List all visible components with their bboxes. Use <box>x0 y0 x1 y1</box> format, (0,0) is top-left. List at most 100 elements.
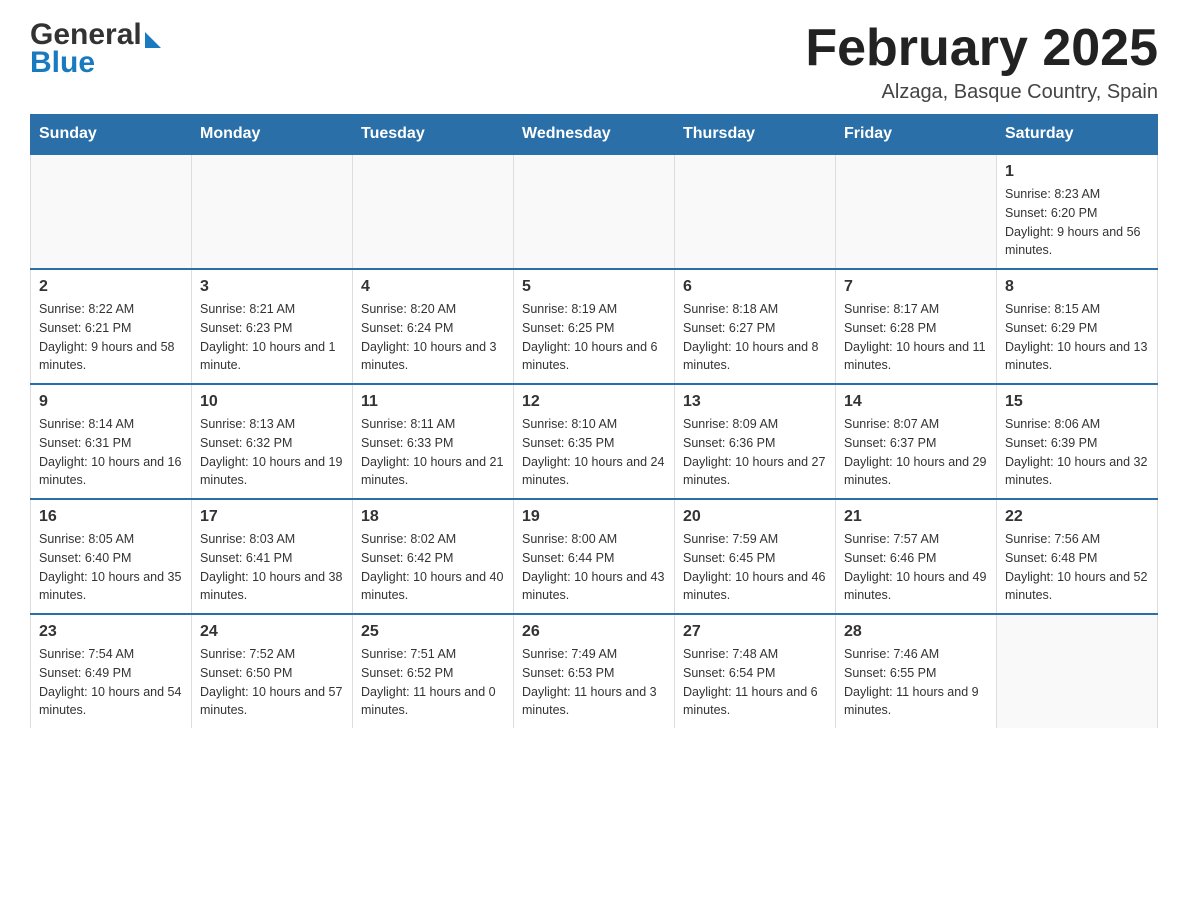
day-number: 25 <box>361 623 505 641</box>
calendar-cell: 24 Sunrise: 7:52 AMSunset: 6:50 PMDayligh… <box>192 614 353 728</box>
day-number: 13 <box>683 393 827 411</box>
logo: General Blue <box>30 20 161 80</box>
calendar-cell: 23 Sunrise: 7:54 AMSunset: 6:49 PMDayligh… <box>31 614 192 728</box>
day-number: 2 <box>39 278 183 296</box>
day-info: Sunrise: 7:51 AMSunset: 6:52 PMDaylight:… <box>361 645 505 720</box>
day-info: Sunrise: 8:02 AMSunset: 6:42 PMDaylight:… <box>361 530 505 605</box>
day-number: 1 <box>1005 163 1149 181</box>
calendar-table: SundayMondayTuesdayWednesdayThursdayFrid… <box>30 114 1158 728</box>
calendar-cell: 6Sunrise: 8:18 AMSunset: 6:27 PMDaylight… <box>675 269 836 384</box>
day-number: 14 <box>844 393 988 411</box>
calendar-week-row: 2 Sunrise: 8:22 AMSunset: 6:21 PMDaylight… <box>31 269 1158 384</box>
calendar-cell: 10 Sunrise: 8:13 AMSunset: 6:32 PMDayligh… <box>192 384 353 499</box>
calendar-cell: 15 Sunrise: 8:06 AMSunset: 6:39 PMDayligh… <box>997 384 1158 499</box>
day-info: Sunrise: 7:57 AMSunset: 6:46 PMDaylight:… <box>844 530 988 605</box>
day-number: 20 <box>683 508 827 526</box>
day-number: 15 <box>1005 393 1149 411</box>
calendar-cell <box>192 154 353 269</box>
day-info: Sunrise: 8:17 AMSunset: 6:28 PMDaylight:… <box>844 300 988 375</box>
day-info: Sunrise: 7:59 AMSunset: 6:45 PMDaylight:… <box>683 530 827 605</box>
day-info: Sunrise: 8:23 AMSunset: 6:20 PMDaylight:… <box>1005 185 1149 260</box>
day-number: 7 <box>844 278 988 296</box>
weekday-header-tuesday: Tuesday <box>353 115 514 155</box>
calendar-cell: 4 Sunrise: 8:20 AMSunset: 6:24 PMDaylight… <box>353 269 514 384</box>
day-info: Sunrise: 8:19 AMSunset: 6:25 PMDaylight:… <box>522 300 666 375</box>
calendar-cell: 17 Sunrise: 8:03 AMSunset: 6:41 PMDayligh… <box>192 499 353 614</box>
day-info: Sunrise: 7:48 AMSunset: 6:54 PMDaylight:… <box>683 645 827 720</box>
calendar-cell: 18 Sunrise: 8:02 AMSunset: 6:42 PMDayligh… <box>353 499 514 614</box>
day-number: 22 <box>1005 508 1149 526</box>
weekday-header-thursday: Thursday <box>675 115 836 155</box>
calendar-cell: 28 Sunrise: 7:46 AMSunset: 6:55 PMDayligh… <box>836 614 997 728</box>
day-info: Sunrise: 7:54 AMSunset: 6:49 PMDaylight:… <box>39 645 183 720</box>
day-number: 28 <box>844 623 988 641</box>
day-info: Sunrise: 8:06 AMSunset: 6:39 PMDaylight:… <box>1005 415 1149 490</box>
month-title: February 2025 <box>805 20 1158 77</box>
weekday-header-wednesday: Wednesday <box>514 115 675 155</box>
calendar-cell <box>31 154 192 269</box>
calendar-cell: 12Sunrise: 8:10 AMSunset: 6:35 PMDayligh… <box>514 384 675 499</box>
day-number: 24 <box>200 623 344 641</box>
title-section: February 2025 Alzaga, Basque Country, Sp… <box>805 20 1158 104</box>
calendar-cell: 11 Sunrise: 8:11 AMSunset: 6:33 PMDayligh… <box>353 384 514 499</box>
day-number: 4 <box>361 278 505 296</box>
day-info: Sunrise: 8:07 AMSunset: 6:37 PMDaylight:… <box>844 415 988 490</box>
day-number: 11 <box>361 393 505 411</box>
calendar-week-row: 1 Sunrise: 8:23 AMSunset: 6:20 PMDaylight… <box>31 154 1158 269</box>
day-number: 12 <box>522 393 666 411</box>
day-info: Sunrise: 8:21 AMSunset: 6:23 PMDaylight:… <box>200 300 344 375</box>
day-number: 17 <box>200 508 344 526</box>
day-info: Sunrise: 8:18 AMSunset: 6:27 PMDaylight:… <box>683 300 827 375</box>
day-info: Sunrise: 8:00 AMSunset: 6:44 PMDaylight:… <box>522 530 666 605</box>
calendar-body: 1 Sunrise: 8:23 AMSunset: 6:20 PMDaylight… <box>31 154 1158 728</box>
calendar-cell: 7 Sunrise: 8:17 AMSunset: 6:28 PMDaylight… <box>836 269 997 384</box>
day-number: 21 <box>844 508 988 526</box>
day-info: Sunrise: 8:15 AMSunset: 6:29 PMDaylight:… <box>1005 300 1149 375</box>
day-info: Sunrise: 8:13 AMSunset: 6:32 PMDaylight:… <box>200 415 344 490</box>
calendar-cell <box>514 154 675 269</box>
calendar-cell <box>353 154 514 269</box>
day-info: Sunrise: 8:03 AMSunset: 6:41 PMDaylight:… <box>200 530 344 605</box>
calendar-cell: 13 Sunrise: 8:09 AMSunset: 6:36 PMDayligh… <box>675 384 836 499</box>
day-number: 8 <box>1005 278 1149 296</box>
calendar-cell: 26 Sunrise: 7:49 AMSunset: 6:53 PMDayligh… <box>514 614 675 728</box>
page-header: General Blue February 2025 Alzaga, Basqu… <box>30 20 1158 104</box>
calendar-cell: 2 Sunrise: 8:22 AMSunset: 6:21 PMDaylight… <box>31 269 192 384</box>
day-number: 26 <box>522 623 666 641</box>
day-number: 10 <box>200 393 344 411</box>
day-info: Sunrise: 7:52 AMSunset: 6:50 PMDaylight:… <box>200 645 344 720</box>
logo-blue-text: Blue <box>30 46 161 80</box>
weekday-header-saturday: Saturday <box>997 115 1158 155</box>
weekday-header-row: SundayMondayTuesdayWednesdayThursdayFrid… <box>31 115 1158 155</box>
day-number: 18 <box>361 508 505 526</box>
weekday-header-sunday: Sunday <box>31 115 192 155</box>
day-info: Sunrise: 8:09 AMSunset: 6:36 PMDaylight:… <box>683 415 827 490</box>
day-info: Sunrise: 7:49 AMSunset: 6:53 PMDaylight:… <box>522 645 666 720</box>
calendar-week-row: 23 Sunrise: 7:54 AMSunset: 6:49 PMDayligh… <box>31 614 1158 728</box>
weekday-header-monday: Monday <box>192 115 353 155</box>
calendar-cell: 14 Sunrise: 8:07 AMSunset: 6:37 PMDayligh… <box>836 384 997 499</box>
day-info: Sunrise: 8:05 AMSunset: 6:40 PMDaylight:… <box>39 530 183 605</box>
day-number: 16 <box>39 508 183 526</box>
day-info: Sunrise: 8:22 AMSunset: 6:21 PMDaylight:… <box>39 300 183 375</box>
calendar-cell: 8 Sunrise: 8:15 AMSunset: 6:29 PMDaylight… <box>997 269 1158 384</box>
calendar-header: SundayMondayTuesdayWednesdayThursdayFrid… <box>31 115 1158 155</box>
calendar-cell: 21 Sunrise: 7:57 AMSunset: 6:46 PMDayligh… <box>836 499 997 614</box>
calendar-cell: 22 Sunrise: 7:56 AMSunset: 6:48 PMDayligh… <box>997 499 1158 614</box>
calendar-cell: 5 Sunrise: 8:19 AMSunset: 6:25 PMDaylight… <box>514 269 675 384</box>
day-info: Sunrise: 8:20 AMSunset: 6:24 PMDaylight:… <box>361 300 505 375</box>
calendar-cell: 19Sunrise: 8:00 AMSunset: 6:44 PMDayligh… <box>514 499 675 614</box>
day-number: 27 <box>683 623 827 641</box>
day-info: Sunrise: 7:56 AMSunset: 6:48 PMDaylight:… <box>1005 530 1149 605</box>
day-info: Sunrise: 8:14 AMSunset: 6:31 PMDaylight:… <box>39 415 183 490</box>
day-number: 5 <box>522 278 666 296</box>
day-info: Sunrise: 8:11 AMSunset: 6:33 PMDaylight:… <box>361 415 505 490</box>
day-info: Sunrise: 7:46 AMSunset: 6:55 PMDaylight:… <box>844 645 988 720</box>
calendar-cell <box>675 154 836 269</box>
location-text: Alzaga, Basque Country, Spain <box>805 81 1158 104</box>
day-number: 3 <box>200 278 344 296</box>
day-number: 9 <box>39 393 183 411</box>
day-number: 23 <box>39 623 183 641</box>
calendar-cell: 16 Sunrise: 8:05 AMSunset: 6:40 PMDayligh… <box>31 499 192 614</box>
calendar-cell: 20 Sunrise: 7:59 AMSunset: 6:45 PMDayligh… <box>675 499 836 614</box>
